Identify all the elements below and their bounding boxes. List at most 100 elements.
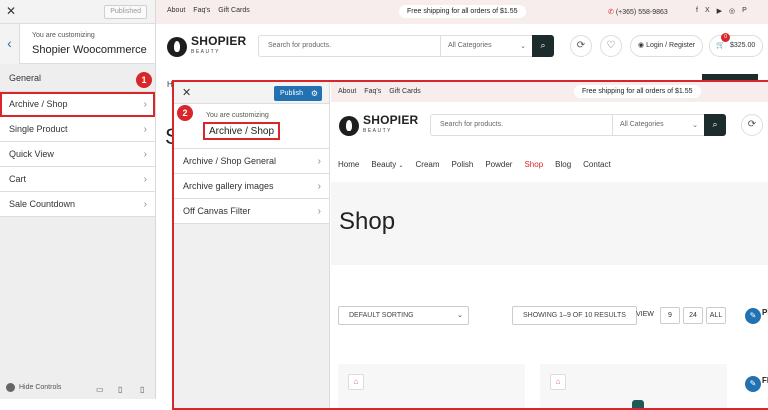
step-badge-1: 1 [136,72,152,88]
page-banner: Shop [331,182,768,265]
instagram-icon[interactable]: ◎ [729,7,735,15]
chevron-right-icon: › [143,99,147,110]
cart-button[interactable]: 🛒 0 $325.00 [709,33,764,57]
customizer-sidebar: ✕ Published ‹ You are customizing Shopie… [0,0,156,399]
chevron-right-icon: › [143,124,147,135]
filter-edit-icon[interactable]: ✎ [745,308,761,324]
overlay-store-preview: About Faq's Gift Cards Free shipping for… [331,82,768,408]
category-label: All Categories [448,42,492,49]
overlay-header: You are customizing Archive / Shop [174,104,329,149]
step-badge-2: 2 [177,105,193,121]
chevron-right-icon: › [143,149,147,160]
wishlist-icon[interactable]: ♡ [600,35,622,57]
published-button[interactable]: Published [104,5,147,19]
search-icon: ⌕ [540,40,546,50]
sidebar-heading-peek: FI [762,376,768,385]
gear-icon[interactable]: ⚙ [311,86,318,101]
store-header: SHOPIER BEAUTY Search for products. All C… [156,24,768,70]
compare-icon[interactable]: ⟳ [741,114,763,136]
close-icon[interactable]: ✕ [182,86,191,99]
sorting-select[interactable]: DEFAULT SORTING ⌄ [338,306,469,325]
chevron-right-icon: › [317,181,321,192]
section-label: Sale Countdown [9,199,76,209]
section-single-product[interactable]: Single Product › [0,117,155,142]
x-icon[interactable]: X [705,7,710,15]
hide-controls-button[interactable]: Hide Controls [6,383,61,392]
top-link-faqs[interactable]: Faq's [364,88,381,95]
nav-home[interactable]: Home [338,160,359,169]
pinterest-icon[interactable]: P [742,7,747,15]
phone-icon: ✆ [608,9,614,16]
chevron-right-icon: › [143,199,147,210]
overlay-topbar: About Faq's Gift Cards Free shipping for… [331,82,768,102]
search-button[interactable]: ⌕ [532,35,554,57]
results-count: SHOWING 1–9 OF 10 RESULTS [512,306,637,325]
category-select[interactable]: All Categories ⌄ [440,36,532,56]
search-input[interactable]: Search for products. [440,121,503,128]
search-input[interactable]: Search for products. [268,42,331,49]
customizing-label: You are customizing [32,32,95,39]
top-link-faqs[interactable]: Faq's [193,7,210,14]
product-card[interactable]: ⌂ [338,364,525,408]
nav-polish[interactable]: Polish [452,160,474,169]
mobile-icon[interactable]: ▯ [140,385,144,394]
phone-number: ✆ (+365) 558-9863 [608,8,668,16]
chevron-down-icon: ⌄ [692,122,698,129]
store-logo[interactable]: SHOPIER BEAUTY [339,114,418,137]
overlay-toolbar: ✕ Publish ⚙ [174,82,329,104]
product-card[interactable]: ⌂ [540,364,727,408]
product-thumb-icon[interactable]: ⌂ [550,374,566,390]
nav-blog[interactable]: Blog [555,160,571,169]
youtube-icon[interactable]: ▶ [717,7,722,15]
section-cart[interactable]: Cart › [0,167,155,192]
cart-total: $325.00 [730,42,756,49]
subsection-archive-shop-general[interactable]: Archive / Shop General › [174,149,329,174]
chevron-right-icon: › [317,156,321,167]
top-link-about[interactable]: About [338,88,356,95]
view-24[interactable]: 24 [683,307,703,324]
collapse-icon [6,383,15,392]
top-link-gift-cards[interactable]: Gift Cards [389,88,421,95]
view-all[interactable]: ALL [706,307,726,324]
subsection-archive-gallery-images[interactable]: Archive gallery images › [174,174,329,199]
compare-icon[interactable]: ⟳ [570,35,592,57]
page-title: Shop [339,208,396,235]
section-quick-view[interactable]: Quick View › [0,142,155,167]
close-icon[interactable]: ✕ [6,5,16,17]
section-sale-countdown[interactable]: Sale Countdown › [0,192,155,217]
nav-beauty[interactable]: Beauty ⌄ [371,160,403,169]
chevron-right-icon: › [317,206,321,217]
cart-count: 0 [721,33,730,42]
section-archive-shop[interactable]: Archive / Shop › [0,92,155,117]
view-9[interactable]: 9 [660,307,680,324]
nav-powder[interactable]: Powder [485,160,512,169]
desktop-icon[interactable]: ▭ [96,385,104,394]
filter-edit-icon[interactable]: ✎ [745,376,761,392]
product-thumb-icon[interactable]: ⌂ [348,374,364,390]
top-link-about[interactable]: About [167,7,185,14]
section-general[interactable]: General [0,64,155,92]
chevron-down-icon: ⌄ [398,163,404,169]
category-select[interactable]: All Categories ⌄ [612,115,704,135]
publish-label: Publish [280,90,303,97]
back-arrow-icon[interactable]: ‹ [0,24,20,64]
tablet-icon[interactable]: ▯ [118,385,122,394]
facebook-icon[interactable]: f [696,7,698,15]
section-label: Quick View [9,149,54,159]
phone-text: (+365) 558-9863 [615,9,668,16]
chevron-down-icon: ⌄ [457,312,463,319]
subsection-label: Archive gallery images [183,181,274,191]
top-link-gift-cards[interactable]: Gift Cards [218,7,250,14]
sidebar-heading-peek: PR [762,308,768,317]
nav-contact[interactable]: Contact [583,160,611,169]
subsection-off-canvas-filter[interactable]: Off Canvas Filter › [174,199,329,224]
search-button[interactable]: ⌕ [704,114,726,136]
store-logo[interactable]: SHOPIER BEAUTY [167,35,246,58]
nav-shop[interactable]: Shop [524,160,543,169]
product-image [632,400,644,408]
publish-button[interactable]: Publish ⚙ [274,86,322,101]
account-label: Login / Register [646,42,696,49]
nav-cream[interactable]: Cream [416,160,440,169]
top-links: About Faq's Gift Cards [167,7,250,14]
account-button[interactable]: ◉ Login / Register [630,35,704,57]
